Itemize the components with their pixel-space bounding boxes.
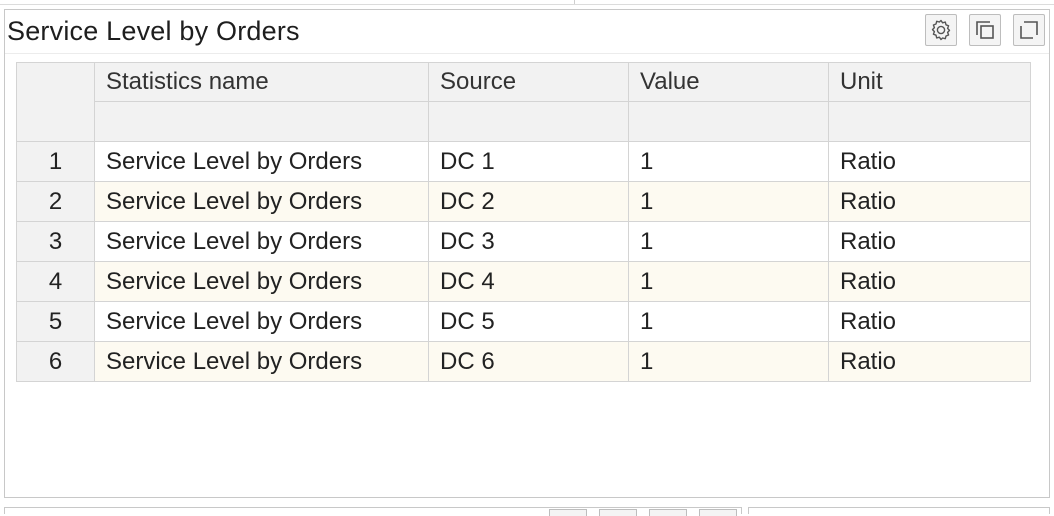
header-row: Statistics name Source Value Unit <box>16 62 1031 142</box>
bottom-right-panel-edge <box>748 507 1050 514</box>
maximize-button[interactable] <box>1013 14 1045 46</box>
cell-unit[interactable]: Ratio <box>828 221 1031 262</box>
cell-unit[interactable]: Ratio <box>828 301 1031 342</box>
cell-value[interactable]: 1 <box>628 141 829 182</box>
top-strip <box>0 0 1054 5</box>
maximize-icon <box>1020 21 1038 39</box>
filter-cell-source[interactable] <box>428 101 629 142</box>
duplicate-button[interactable] <box>969 14 1001 46</box>
cell-source[interactable]: DC 4 <box>428 261 629 302</box>
row-number: 4 <box>16 261 95 302</box>
cell-unit[interactable]: Ratio <box>828 341 1031 382</box>
cell-value[interactable]: 1 <box>628 261 829 302</box>
row-number: 3 <box>16 221 95 262</box>
filter-cell-value[interactable] <box>628 101 829 142</box>
table-row[interactable]: 6 Service Level by Orders DC 6 1 Ratio <box>16 341 1031 382</box>
table-row[interactable]: 2 Service Level by Orders DC 2 1 Ratio <box>16 181 1031 222</box>
cell-statistics-name[interactable]: Service Level by Orders <box>94 261 429 302</box>
cell-unit[interactable]: Ratio <box>828 141 1031 182</box>
statistics-table: Statistics name Source Value Unit 1 Serv… <box>16 62 1031 382</box>
settings-button[interactable] <box>925 14 957 46</box>
panel-title: Service Level by Orders <box>7 16 300 46</box>
column-header-source[interactable]: Source <box>428 62 629 102</box>
filter-row <box>17 101 1031 142</box>
cell-source[interactable]: DC 5 <box>428 301 629 342</box>
table-row[interactable]: 4 Service Level by Orders DC 4 1 Ratio <box>16 261 1031 302</box>
cell-value[interactable]: 1 <box>628 181 829 222</box>
cell-value[interactable]: 1 <box>628 301 829 342</box>
row-number: 5 <box>16 301 95 342</box>
cell-unit[interactable]: Ratio <box>828 261 1031 302</box>
cell-source[interactable]: DC 2 <box>428 181 629 222</box>
duplicate-icon <box>976 21 994 39</box>
statistics-panel: Service Level by Orders Statistics name … <box>4 9 1050 498</box>
panel-toolbar <box>925 14 1045 46</box>
table-row[interactable]: 5 Service Level by Orders DC 5 1 Ratio <box>16 301 1031 342</box>
cell-unit[interactable]: Ratio <box>828 181 1031 222</box>
row-number: 2 <box>16 181 95 222</box>
column-header-unit[interactable]: Unit <box>828 62 1031 102</box>
column-header-statistics-name[interactable]: Statistics name <box>94 62 429 102</box>
cell-statistics-name[interactable]: Service Level by Orders <box>94 141 429 182</box>
column-header-value[interactable]: Value <box>628 62 829 102</box>
bottom-toolbar-button[interactable] <box>549 509 587 516</box>
filter-cell-unit[interactable] <box>828 101 1031 142</box>
corner-cell[interactable] <box>16 62 95 142</box>
strip-divider <box>574 0 575 4</box>
cell-source[interactable]: DC 3 <box>428 221 629 262</box>
cell-source[interactable]: DC 1 <box>428 141 629 182</box>
table-row[interactable]: 1 Service Level by Orders DC 1 1 Ratio <box>16 141 1031 182</box>
cell-statistics-name[interactable]: Service Level by Orders <box>94 221 429 262</box>
bottom-toolbar-button[interactable] <box>649 509 687 516</box>
row-number: 1 <box>16 141 95 182</box>
bottom-toolbar-button[interactable] <box>699 509 737 516</box>
cell-statistics-name[interactable]: Service Level by Orders <box>94 181 429 222</box>
cell-value[interactable]: 1 <box>628 341 829 382</box>
row-number: 6 <box>16 341 95 382</box>
table-row[interactable]: 3 Service Level by Orders DC 3 1 Ratio <box>16 221 1031 262</box>
title-separator <box>5 53 1049 54</box>
cell-value[interactable]: 1 <box>628 221 829 262</box>
bottom-toolbar-button[interactable] <box>599 509 637 516</box>
cell-source[interactable]: DC 6 <box>428 341 629 382</box>
settings-icon <box>931 19 951 41</box>
cell-statistics-name[interactable]: Service Level by Orders <box>94 341 429 382</box>
cell-statistics-name[interactable]: Service Level by Orders <box>94 301 429 342</box>
bottom-panels <box>0 503 1054 516</box>
filter-cell-statistics-name[interactable] <box>94 101 429 142</box>
